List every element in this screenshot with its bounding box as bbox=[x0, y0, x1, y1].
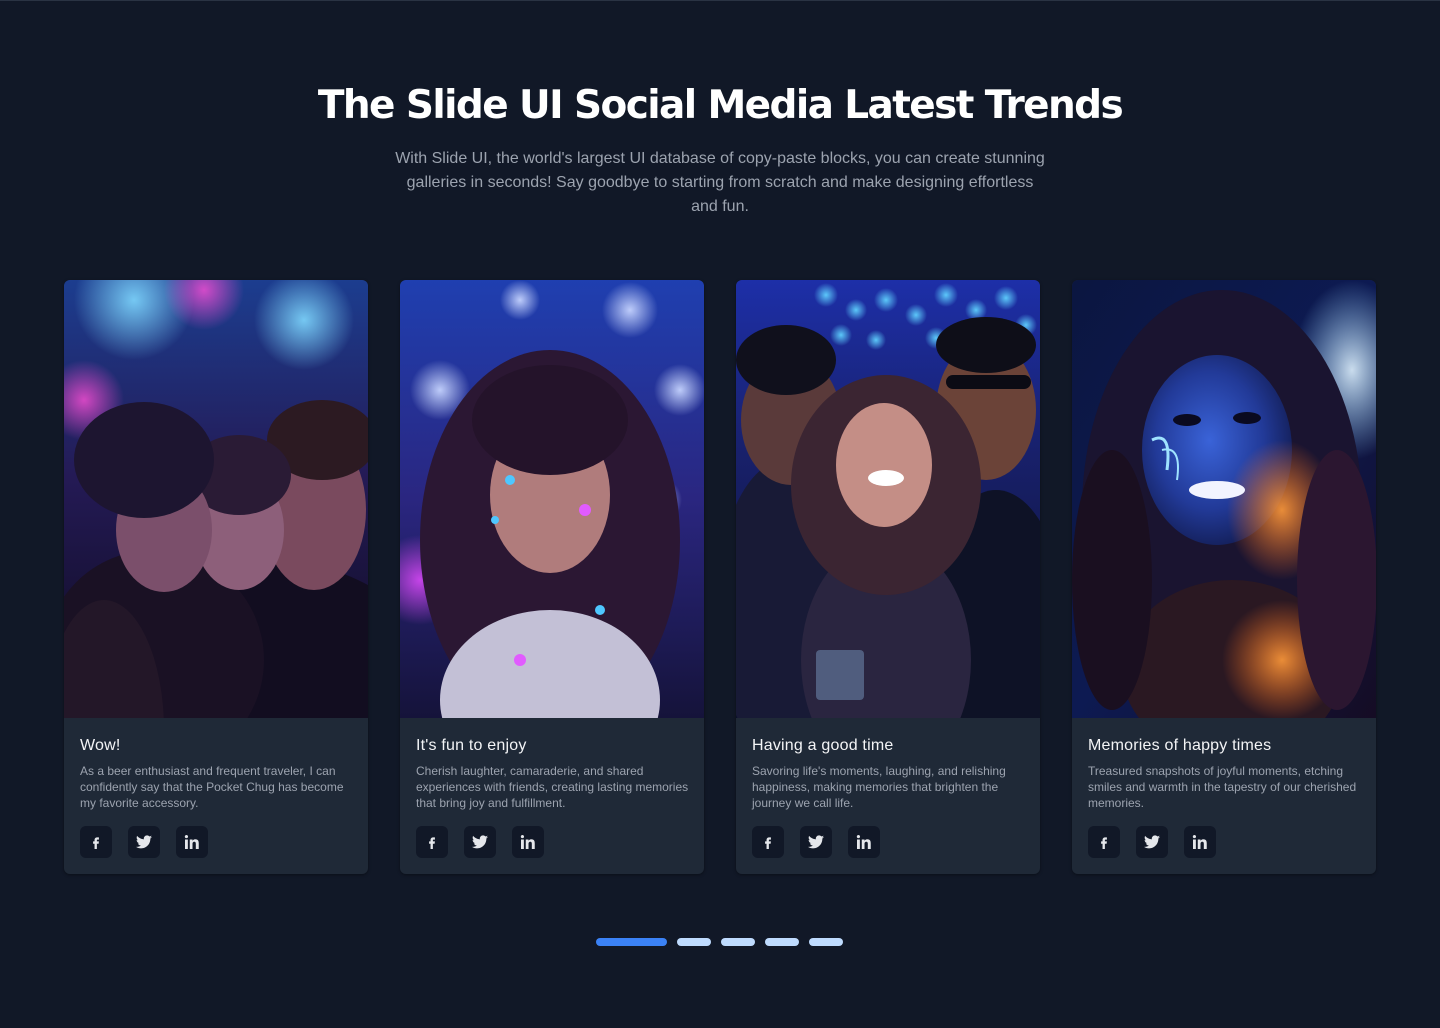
carousel-dot[interactable] bbox=[677, 938, 711, 946]
header: The Slide UI Social Media Latest Trends … bbox=[0, 80, 1440, 219]
linkedin-button[interactable] bbox=[176, 826, 208, 858]
carousel-dot[interactable] bbox=[721, 938, 755, 946]
carousel-dot[interactable] bbox=[765, 938, 799, 946]
card-carousel: Wow! As a beer enthusiast and frequent t… bbox=[64, 280, 1376, 874]
card-text: Cherish laughter, camaraderie, and share… bbox=[416, 764, 689, 810]
carousel-dot[interactable] bbox=[809, 938, 843, 946]
three-friends-laughing-party-photo bbox=[736, 280, 1040, 718]
linkedin-icon bbox=[1192, 835, 1207, 849]
linkedin-button[interactable] bbox=[512, 826, 544, 858]
twitter-button[interactable] bbox=[1136, 826, 1168, 858]
twitter-icon bbox=[472, 835, 488, 849]
facebook-icon bbox=[93, 837, 99, 849]
card: Wow! As a beer enthusiast and frequent t… bbox=[64, 280, 368, 874]
twitter-button[interactable] bbox=[464, 826, 496, 858]
facebook-icon bbox=[765, 837, 771, 849]
card-text: Treasured snapshots of joyful moments, e… bbox=[1088, 764, 1357, 810]
card-title: It's fun to enjoy bbox=[416, 737, 527, 754]
facebook-button[interactable] bbox=[416, 826, 448, 858]
linkedin-icon bbox=[520, 835, 535, 849]
card-body: Wow! As a beer enthusiast and frequent t… bbox=[80, 732, 356, 811]
card-text: As a beer enthusiast and frequent travel… bbox=[80, 764, 344, 810]
card: Memories of happy times Treasured snapsh… bbox=[1072, 280, 1376, 874]
card-photo bbox=[1072, 280, 1376, 718]
linkedin-button[interactable] bbox=[1184, 826, 1216, 858]
twitter-button[interactable] bbox=[800, 826, 832, 858]
twitter-button[interactable] bbox=[128, 826, 160, 858]
twitter-icon bbox=[136, 835, 152, 849]
card-title: Memories of happy times bbox=[1088, 737, 1272, 754]
woman-uv-face-paint-photo bbox=[1072, 280, 1376, 718]
woman-smiling-paint-neon-photo bbox=[400, 280, 704, 718]
facebook-icon bbox=[429, 837, 435, 849]
card-title: Having a good time bbox=[752, 737, 894, 754]
linkedin-button[interactable] bbox=[848, 826, 880, 858]
facebook-button[interactable] bbox=[1088, 826, 1120, 858]
card: It's fun to enjoy Cherish laughter, cama… bbox=[400, 280, 704, 874]
friends-hugging-neon-party-photo bbox=[64, 280, 368, 718]
card-body: It's fun to enjoy Cherish laughter, cama… bbox=[416, 732, 692, 811]
card-text: Savoring life's moments, laughing, and r… bbox=[752, 764, 1006, 810]
page-subtitle: With Slide UI, the world's largest UI da… bbox=[395, 150, 1045, 215]
card: Having a good time Savoring life's momen… bbox=[736, 280, 1040, 874]
linkedin-icon bbox=[184, 835, 199, 849]
card-photo bbox=[64, 280, 368, 718]
linkedin-icon bbox=[856, 835, 871, 849]
card-body: Memories of happy times Treasured snapsh… bbox=[1088, 732, 1364, 811]
facebook-button[interactable] bbox=[752, 826, 784, 858]
twitter-icon bbox=[808, 835, 824, 849]
carousel-pagination bbox=[596, 938, 844, 946]
card-photo bbox=[736, 280, 1040, 718]
twitter-icon bbox=[1144, 835, 1160, 849]
card-body: Having a good time Savoring life's momen… bbox=[752, 732, 1028, 811]
facebook-button[interactable] bbox=[80, 826, 112, 858]
top-divider bbox=[0, 0, 1440, 1]
card-photo bbox=[400, 280, 704, 718]
carousel-dot[interactable] bbox=[596, 938, 667, 946]
page-title: The Slide UI Social Media Latest Trends bbox=[317, 83, 1124, 128]
facebook-icon bbox=[1101, 837, 1107, 849]
card-title: Wow! bbox=[80, 737, 121, 754]
